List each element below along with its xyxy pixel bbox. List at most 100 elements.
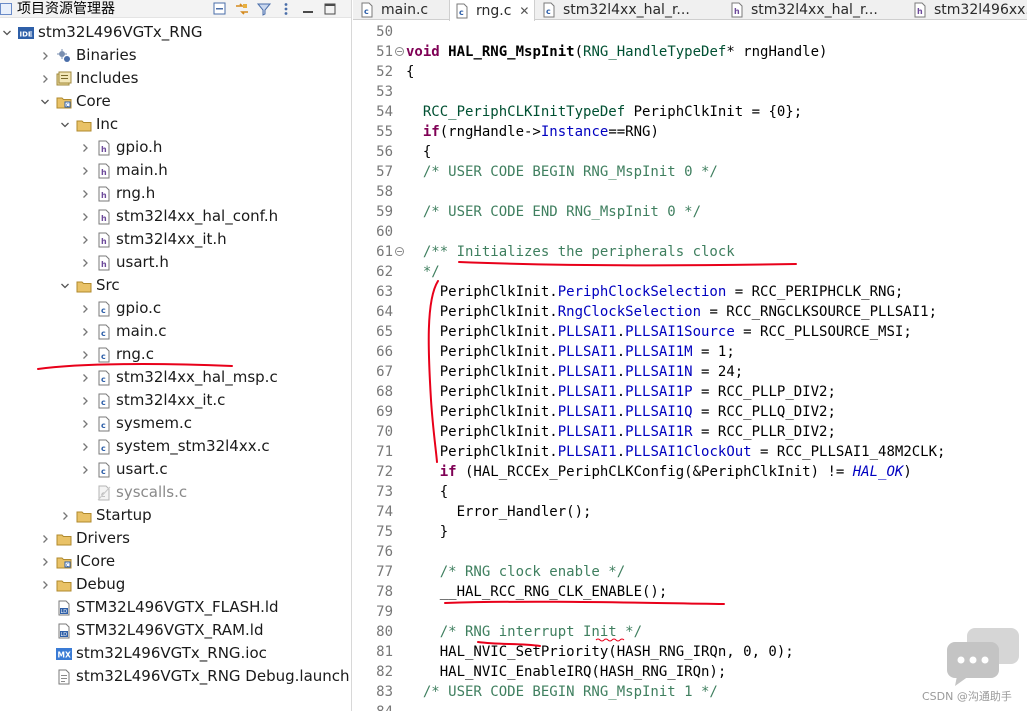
tree-item[interactable]: h stm32l4xx_it.h xyxy=(78,228,227,251)
chevron-down-icon[interactable] xyxy=(38,95,52,109)
view-sash[interactable] xyxy=(351,0,352,711)
editor-tab[interactable]: c stm32l4xx_hal_r... xyxy=(537,0,723,20)
tree-item[interactable]: c rng.c xyxy=(78,343,154,366)
code-area[interactable]: void HAL_RNG_MspInit(RNG_HandleTypeDef* … xyxy=(406,20,1027,711)
tree-item[interactable]: h main.h xyxy=(78,159,168,182)
tree-item[interactable]: Inc xyxy=(58,113,118,136)
svg-text:c: c xyxy=(101,467,106,476)
tree-item[interactable]: Startup xyxy=(58,504,152,527)
editor-tab[interactable]: c main.c xyxy=(355,0,445,20)
tree-item[interactable]: Binaries xyxy=(38,44,137,67)
tree-item[interactable]: IDE stm32L496VGTx_RNG xyxy=(0,21,203,44)
tree-item[interactable]: MX stm32L496VGTx_RNG.ioc xyxy=(38,642,267,665)
code-line[interactable]: if (HAL_RCCEx_PeriphCLKConfig(&PeriphClk… xyxy=(406,462,912,482)
view-menu-icon[interactable] xyxy=(278,1,294,17)
tree-item[interactable]: stm32L496VGTx_RNG Debug.launch xyxy=(38,665,350,688)
chevron-right-icon[interactable] xyxy=(78,233,92,247)
chevron-down-icon[interactable] xyxy=(58,118,72,132)
chevron-right-icon[interactable] xyxy=(78,141,92,155)
code-line[interactable]: PeriphClkInit.PLLSAI1.PLLSAI1N = 24; xyxy=(406,362,743,382)
minimize-icon[interactable] xyxy=(300,1,316,17)
code-line[interactable]: */ xyxy=(406,262,440,282)
code-line[interactable]: PeriphClkInit.PLLSAI1.PLLSAI1Source = RC… xyxy=(406,322,912,342)
chevron-right-icon[interactable] xyxy=(38,72,52,86)
tree-item[interactable]: c ICore xyxy=(38,550,115,573)
collapse-all-icon[interactable] xyxy=(212,1,228,17)
tree-item[interactable]: c system_stm32l4xx.c xyxy=(78,435,270,458)
tree-item[interactable]: c stm32l4xx_hal_msp.c xyxy=(78,366,278,389)
editor-tab[interactable]: h stm32l496xx... xyxy=(908,0,1027,20)
code-line[interactable]: /* RNG clock enable */ xyxy=(406,562,625,582)
code-line[interactable]: PeriphClkInit.PLLSAI1.PLLSAI1Q = RCC_PLL… xyxy=(406,402,836,422)
tree-item[interactable]: Src xyxy=(58,274,120,297)
tree-item[interactable]: csyscalls.c xyxy=(78,481,187,504)
link-with-editor-icon[interactable] xyxy=(234,1,250,17)
maximize-icon[interactable] xyxy=(322,1,338,17)
chevron-right-icon[interactable] xyxy=(38,49,52,63)
chevron-right-icon[interactable] xyxy=(78,256,92,270)
chevron-right-icon[interactable] xyxy=(38,555,52,569)
tree-item[interactable]: c main.c xyxy=(78,320,167,343)
code-line[interactable]: HAL_NVIC_EnableIRQ(HASH_RNG_IRQn); xyxy=(406,662,727,682)
code-line[interactable]: PeriphClkInit.PeriphClockSelection = RCC… xyxy=(406,282,904,302)
chevron-right-icon[interactable] xyxy=(78,417,92,431)
chevron-right-icon[interactable] xyxy=(78,325,92,339)
tree-item[interactable]: h rng.h xyxy=(78,182,155,205)
tree-item[interactable]: c stm32l4xx_it.c xyxy=(78,389,225,412)
tree-item[interactable]: LD STM32L496VGTX_RAM.ld xyxy=(38,619,263,642)
chevron-right-icon[interactable] xyxy=(78,210,92,224)
tree-item[interactable]: h gpio.h xyxy=(78,136,162,159)
code-line[interactable]: { xyxy=(406,482,448,502)
tree-item[interactable]: LD STM32L496VGTX_FLASH.ld xyxy=(38,596,279,619)
tree-item[interactable]: Includes xyxy=(38,67,138,90)
chevron-right-icon[interactable] xyxy=(78,348,92,362)
chevron-right-icon[interactable] xyxy=(78,164,92,178)
code-line[interactable]: /* USER CODE BEGIN RNG_MspInit 0 */ xyxy=(406,162,718,182)
code-line[interactable]: } xyxy=(406,522,448,542)
tree-item[interactable]: c usart.c xyxy=(78,458,168,481)
chevron-right-icon[interactable] xyxy=(78,371,92,385)
close-icon[interactable]: ✕ xyxy=(519,4,529,18)
code-line[interactable]: __HAL_RCC_RNG_CLK_ENABLE(); xyxy=(406,582,668,602)
chevron-right-icon[interactable] xyxy=(78,394,92,408)
code-line[interactable]: PeriphClkInit.RngClockSelection = RCC_RN… xyxy=(406,302,937,322)
code-line[interactable]: void HAL_RNG_MspInit(RNG_HandleTypeDef* … xyxy=(406,42,827,62)
chevron-right-icon[interactable] xyxy=(38,532,52,546)
code-line[interactable]: PeriphClkInit.PLLSAI1.PLLSAI1R = RCC_PLL… xyxy=(406,422,836,442)
code-line[interactable]: PeriphClkInit.PLLSAI1.PLLSAI1P = RCC_PLL… xyxy=(406,382,836,402)
line-number-gutter: 50 51−52 53 54 55 56 57 58 59 60 61−62 63 64 65 66 67 68… xyxy=(353,20,405,711)
code-line[interactable]: { xyxy=(406,142,431,162)
tree-item[interactable]: c gpio.c xyxy=(78,297,161,320)
fold-toggle-icon[interactable]: − xyxy=(395,247,404,256)
code-line[interactable]: Error_Handler(); xyxy=(406,502,592,522)
chevron-right-icon[interactable] xyxy=(38,578,52,592)
code-line[interactable]: if(rngHandle->Instance==RNG) xyxy=(406,122,659,142)
tree-item[interactable]: Debug xyxy=(38,573,125,596)
chevron-down-icon[interactable] xyxy=(0,26,14,40)
editor-tab[interactable]: c rng.c ✕ xyxy=(449,0,535,21)
code-line[interactable]: HAL_NVIC_SetPriority(HASH_RNG_IRQn, 0, 0… xyxy=(406,642,794,662)
fold-toggle-icon[interactable]: − xyxy=(395,47,404,56)
code-line[interactable]: /* USER CODE END RNG_MspInit 0 */ xyxy=(406,202,701,222)
chevron-right-icon[interactable] xyxy=(58,509,72,523)
filter-icon[interactable] xyxy=(256,1,272,17)
chevron-right-icon[interactable] xyxy=(78,187,92,201)
code-line[interactable]: /** Initializes the peripherals clock xyxy=(406,242,735,262)
code-token: /* RNG clock enable */ xyxy=(439,564,626,580)
chevron-right-icon[interactable] xyxy=(78,302,92,316)
tree-item[interactable]: Drivers xyxy=(38,527,130,550)
chevron-right-icon[interactable] xyxy=(78,440,92,454)
code-line[interactable]: PeriphClkInit.PLLSAI1.PLLSAI1M = 1; xyxy=(406,342,735,362)
code-line[interactable]: /* RNG interrupt Init */ xyxy=(406,622,642,642)
tree-item[interactable]: h usart.h xyxy=(78,251,169,274)
tree-item[interactable]: c sysmem.c xyxy=(78,412,192,435)
editor-tab[interactable]: h stm32l4xx_hal_r... xyxy=(725,0,905,20)
tree-item[interactable]: c Core xyxy=(38,90,111,113)
chevron-right-icon[interactable] xyxy=(78,463,92,477)
chevron-down-icon[interactable] xyxy=(58,279,72,293)
code-line[interactable]: RCC_PeriphCLKInitTypeDef PeriphClkInit =… xyxy=(406,102,802,122)
tree-item[interactable]: h stm32l4xx_hal_conf.h xyxy=(78,205,278,228)
code-line[interactable]: { xyxy=(406,62,414,82)
code-line[interactable]: PeriphClkInit.PLLSAI1.PLLSAI1ClockOut = … xyxy=(406,442,946,462)
code-line[interactable]: /* USER CODE BEGIN RNG_MspInit 1 */ xyxy=(406,682,718,702)
